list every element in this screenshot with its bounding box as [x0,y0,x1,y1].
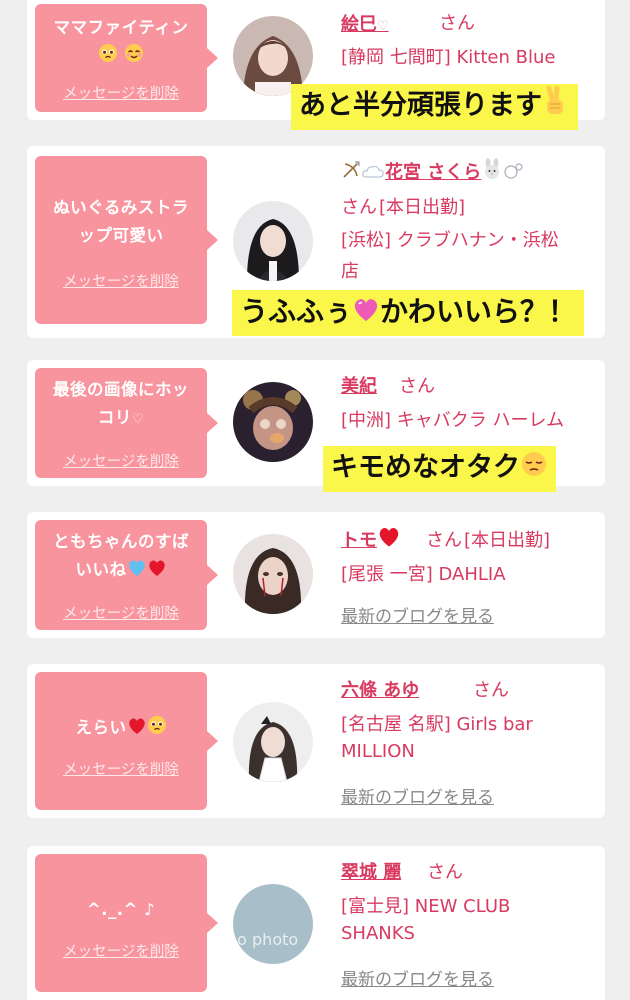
honorific: さん [341,197,377,218]
message-card: ぬいぐるみストラ ップ可愛い メッセージを削除 花宮 さくら さん [本日出勤]… [27,146,605,338]
message-bubble: ママファイティン メッセージを削除 [35,4,218,112]
shop-location: [名古屋 名駅] Girls bar [341,714,533,735]
shop-location: 店 [341,261,359,282]
latest-blog-link[interactable]: 最新のブログを見る [341,602,494,627]
avatar[interactable] [233,702,313,782]
message-bubble: ^._.^ ♪ メッセージを削除 [35,854,218,992]
pleading-face-icon [147,715,167,744]
red-heart-icon [147,558,167,586]
work-status: [本日出勤] [464,530,551,551]
delete-message-link[interactable]: メッセージを削除 [35,450,207,471]
cast-name[interactable]: 六條 あゆ [341,676,419,702]
delete-message-link[interactable]: メッセージを削除 [35,940,207,961]
message-text: ップ可愛い [78,226,164,245]
avatar[interactable] [233,382,313,462]
pleading-face-icon [98,43,118,72]
shop-location: MILLION [341,741,415,762]
cast-name[interactable]: 絵巳♡ [341,10,389,36]
victory-hand-icon [542,84,570,130]
message-text: コリ [97,408,132,427]
message-text: ぬいぐるみストラ [53,198,189,217]
message-text: いいね [75,560,127,579]
heart-outline-icon: ♡ [377,19,389,34]
message-bubble: ともちゃんのすば いいね メッセージを削除 [35,520,218,630]
shop-location: SHANKS [341,923,415,944]
message-card: ともちゃんのすば いいね メッセージを削除 トモ さん [本日出勤] [尾張 一… [27,512,605,638]
cloud-icon [361,162,385,185]
shop-location: [尾張 一宮] DAHLIA [341,564,506,585]
latest-blog-link[interactable]: 最新のブログを見る [341,783,494,808]
cast-name[interactable]: 花宮 さくら [341,158,523,185]
cast-name[interactable]: トモ [341,526,401,553]
message-card: ^._.^ ♪ メッセージを削除 no photo 翠城 麗 さん [富士見] … [27,846,605,1000]
honorific: さん [439,13,475,34]
delete-message-link[interactable]: メッセージを削除 [35,758,207,779]
avatar[interactable] [233,534,313,614]
caption-overlay: うふふぅ かわいいら？！ [232,290,585,336]
delete-message-link[interactable]: メッセージを削除 [35,82,207,103]
message-text: ^._.^ ♪ [86,900,156,919]
smiling-face-icon [124,43,144,72]
shop-location: [浜松] クラブハナン・浜松 [341,230,559,251]
message-text: ママファイティン [53,18,189,37]
avatar[interactable] [233,201,313,281]
cast-name[interactable]: 翠城 麗 [341,858,401,884]
honorific: さん [426,530,462,551]
honorific: さん [399,376,435,397]
message-card: えらい メッセージを削除 六條 あゆ さん [名古屋 名駅] Girls bar… [27,664,605,818]
caption-overlay: キモめなオタク [323,446,556,492]
message-text: えらい [75,718,127,737]
cast-name[interactable]: 美紀 [341,372,377,398]
message-text: 最後の画像にホッ [53,380,189,399]
delete-message-link[interactable]: メッセージを削除 [35,270,207,291]
bow-arrow-icon [341,160,361,185]
heart-outline-icon: ♡ [131,412,145,427]
no-photo-placeholder: no photo [233,930,299,949]
shop-location: [中洲] キャバクラ ハーレム [341,410,565,431]
shop-location: [静岡 七間町] Kitten Blue [341,47,556,68]
rabbit-icon [481,158,503,185]
pink-heart-icon [352,292,380,336]
message-card: 最後の画像にホッ コリ♡ メッセージを削除 美紀 さん [中洲] キャバクラ ハ… [27,360,605,492]
red-heart-icon [377,526,401,553]
message-bubble: えらい メッセージを削除 [35,672,218,810]
shop-location: [富士見] NEW CLUB [341,896,511,917]
latest-blog-link[interactable]: 最新のブログを見る [341,965,494,990]
avatar[interactable]: no photo [233,884,313,964]
blue-heart-icon [127,558,147,586]
delete-message-link[interactable]: メッセージを削除 [35,602,207,623]
work-status: [本日出勤] [379,197,466,218]
message-card: ママファイティン メッセージを削除 絵巳♡ さん [静岡 七間町] Kitten… [27,0,605,130]
message-text: ともちゃんのすば [53,532,189,551]
caption-overlay: あと半分頑張ります [291,84,578,130]
message-bubble: ぬいぐるみストラ ップ可愛い メッセージを削除 [35,156,218,324]
red-heart-icon [127,716,147,744]
message-bubble: 最後の画像にホッ コリ♡ メッセージを削除 [35,368,218,478]
honorific: さん [473,680,509,701]
pensive-face-icon [520,448,548,492]
bubbles-icon [503,162,523,185]
honorific: さん [427,862,463,883]
